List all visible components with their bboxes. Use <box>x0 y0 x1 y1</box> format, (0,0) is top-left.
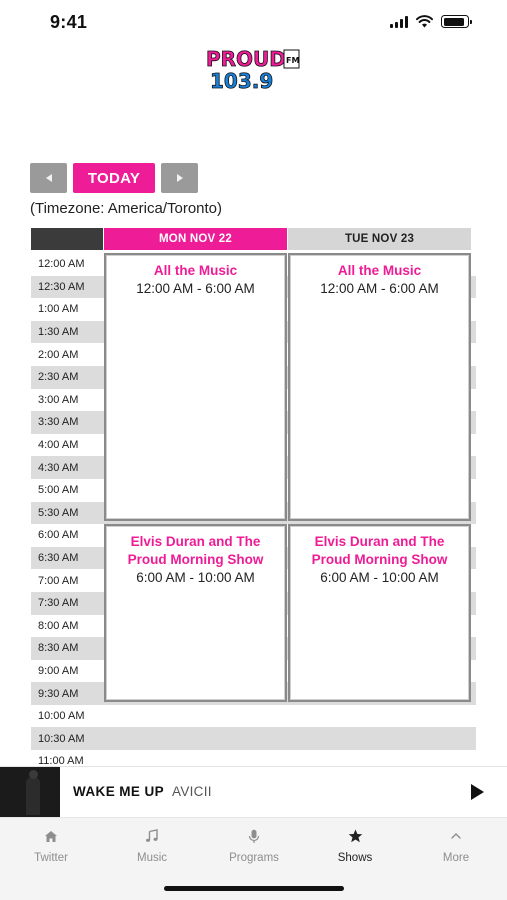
chevron-up-icon <box>421 826 491 846</box>
schedule-corner <box>31 228 103 250</box>
home-indicator <box>164 886 344 891</box>
time-label: 5:00 AM <box>31 478 103 502</box>
tab-twitter[interactable]: Twitter <box>16 826 86 870</box>
date-navigation: TODAY <box>30 163 198 193</box>
time-label: 7:00 AM <box>31 569 103 592</box>
status-bar: 9:41 <box>0 0 507 46</box>
show-time: 6:00 AM - 10:00 AM <box>320 570 439 585</box>
time-label: 10:00 AM <box>31 704 103 728</box>
time-label: 2:30 AM <box>31 365 103 389</box>
time-label: 6:30 AM <box>31 546 103 570</box>
track-title: WAKE ME UP <box>73 784 165 799</box>
time-label: 12:00 AM <box>31 253 103 276</box>
day-header-tue[interactable]: TUE NOV 23 <box>288 228 471 250</box>
time-label: 8:00 AM <box>31 614 103 638</box>
show-time: 12:00 AM - 6:00 AM <box>320 281 439 296</box>
day-header-mon[interactable]: MON NOV 22 <box>104 228 287 250</box>
time-label: 7:30 AM <box>31 591 103 615</box>
time-label: 1:00 AM <box>31 298 103 321</box>
time-label: 3:30 AM <box>31 411 103 434</box>
tab-label: Music <box>136 852 168 864</box>
cellular-signal-icon <box>390 15 408 28</box>
show-elvis-duran-tue[interactable]: Elvis Duran and The Proud Morning Show 6… <box>288 524 471 702</box>
time-label: 10:30 AM <box>31 727 103 751</box>
schedule-grid: MON NOV 22 TUE NOV 23 12:00 AM 12:30 AM 1:… <box>31 228 476 766</box>
station-logo: PROUD FM 103.9 <box>204 44 304 94</box>
show-time: 12:00 AM - 6:00 AM <box>136 281 255 296</box>
microphone-icon <box>219 826 289 846</box>
logo-text-fm: FM <box>286 56 299 65</box>
time-label: 4:30 AM <box>31 456 103 479</box>
time-row: 10:30 AM <box>31 727 476 751</box>
time-label: 2:00 AM <box>31 343 103 366</box>
next-day-button[interactable] <box>161 163 198 193</box>
chevron-right-icon <box>176 174 183 182</box>
time-label: 9:00 AM <box>31 659 103 683</box>
tab-programs[interactable]: Programs <box>219 826 289 870</box>
time-label: 8:30 AM <box>31 637 103 660</box>
tab-label: More <box>442 852 470 864</box>
show-title: All the Music <box>153 263 238 278</box>
now-playing-bar[interactable]: WAKE ME UP AVICII <box>0 766 507 817</box>
timezone-label: (Timezone: America/Toronto) <box>30 200 223 217</box>
tab-more[interactable]: More <box>421 826 491 870</box>
time-row: 10:00 AM <box>31 704 476 728</box>
logo-text-bottom: 103.9 <box>210 69 273 93</box>
tab-label: Twitter <box>34 852 68 864</box>
home-icon <box>16 826 86 846</box>
battery-level <box>443 17 465 26</box>
time-label: 9:30 AM <box>31 682 103 705</box>
chevron-left-icon <box>45 174 52 182</box>
tab-music[interactable]: Music <box>117 826 187 870</box>
show-title: Elvis Duran and The Proud Morning Show <box>311 534 448 567</box>
show-all-the-music-tue[interactable]: All the Music 12:00 AM - 6:00 AM <box>288 253 471 521</box>
show-title: All the Music <box>337 263 422 278</box>
show-time: 6:00 AM - 10:00 AM <box>136 570 255 585</box>
show-title: Elvis Duran and The Proud Morning Show <box>127 534 264 567</box>
time-label: 5:30 AM <box>31 501 103 525</box>
today-button[interactable]: TODAY <box>73 163 155 193</box>
star-icon <box>320 826 390 846</box>
time-label: 1:30 AM <box>31 320 103 344</box>
tab-label: Shows <box>337 852 373 864</box>
play-icon[interactable] <box>469 783 485 801</box>
tab-shows[interactable]: Shows <box>320 826 390 870</box>
tab-label: Programs <box>229 852 279 864</box>
time-row: 11:00 AM <box>31 750 476 766</box>
battery-icon <box>441 15 472 28</box>
tab-bar: Twitter Music Programs Shows More <box>0 817 507 900</box>
music-note-icon <box>117 826 187 846</box>
time-label: 6:00 AM <box>31 524 103 547</box>
track-artist: AVICII <box>172 784 212 799</box>
album-art <box>0 766 60 817</box>
logo-text-top: PROUD <box>206 47 286 71</box>
time-label: 12:30 AM <box>31 275 103 299</box>
previous-day-button[interactable] <box>30 163 67 193</box>
status-icons <box>390 15 472 28</box>
status-time: 9:41 <box>50 12 88 32</box>
show-elvis-duran-mon[interactable]: Elvis Duran and The Proud Morning Show 6… <box>104 524 287 702</box>
time-label: 11:00 AM <box>31 750 103 766</box>
wifi-icon <box>416 15 433 28</box>
show-all-the-music-mon[interactable]: All the Music 12:00 AM - 6:00 AM <box>104 253 287 521</box>
time-label: 3:00 AM <box>31 388 103 412</box>
time-label: 4:00 AM <box>31 433 103 457</box>
